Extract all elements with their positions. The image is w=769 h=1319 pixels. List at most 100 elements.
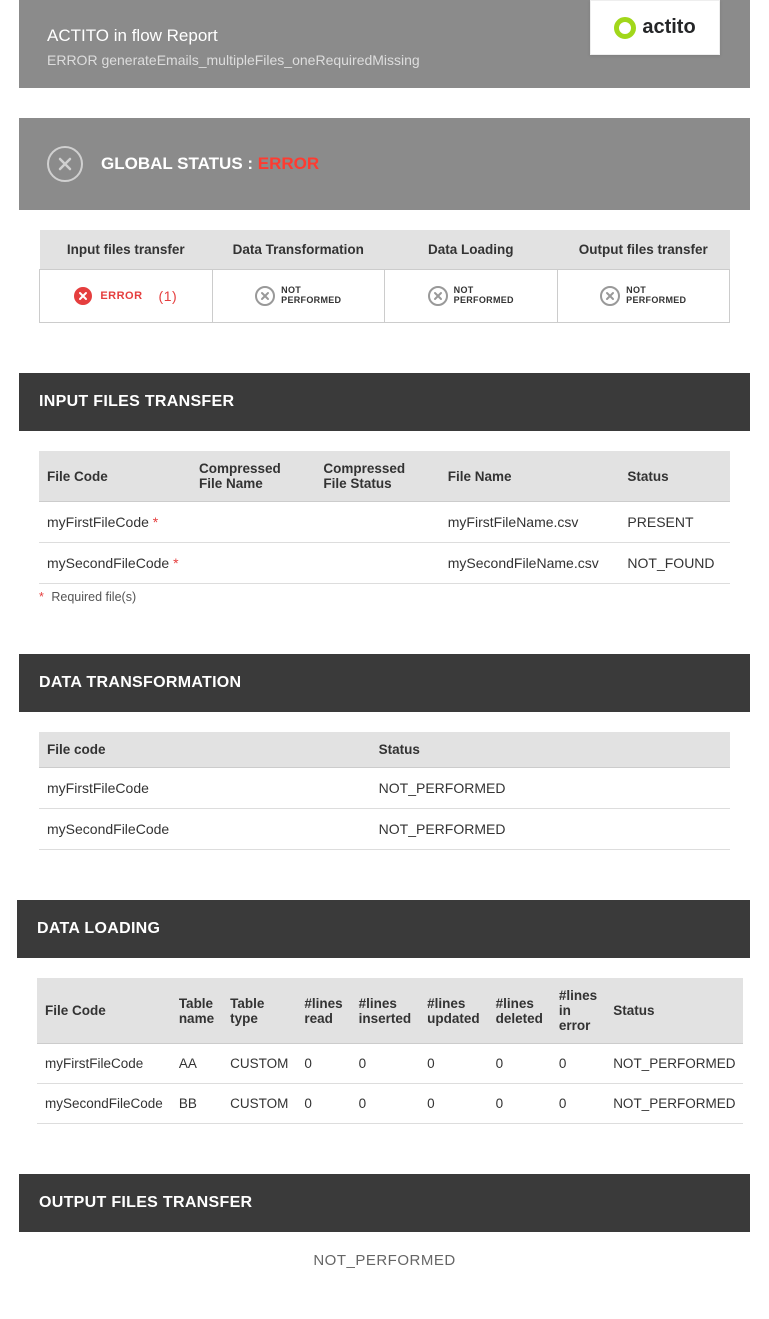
np-line2: PERFORMED [281, 295, 341, 305]
report-title: ACTITO in flow Report [47, 26, 570, 46]
col-header: Table type [222, 978, 296, 1044]
lines-in-error: 0 [551, 1044, 605, 1084]
x-circle-icon [255, 286, 275, 306]
stage-error-count: (1) [159, 288, 178, 304]
np-line1: NOT [626, 285, 646, 295]
stage-header: Output files transfer [557, 230, 730, 270]
np-line2: PERFORMED [626, 295, 686, 305]
col-header: File Name [440, 451, 620, 502]
status: NOT_PERFORMED [605, 1084, 743, 1124]
table-type: CUSTOM [222, 1044, 296, 1084]
error-circle-icon [47, 146, 83, 182]
compressed-name [191, 543, 315, 584]
col-header: Table name [171, 978, 222, 1044]
file-code: myFirstFileCode [47, 514, 149, 530]
stage-cell-loading: NOTPERFORMED [385, 270, 558, 323]
stage-header: Input files transfer [40, 230, 213, 270]
col-header: #lines deleted [488, 978, 551, 1044]
table-type: CUSTOM [222, 1084, 296, 1124]
section-header-loading: DATA LOADING [17, 900, 750, 958]
np-line1: NOT [454, 285, 474, 295]
table-name: BB [171, 1084, 222, 1124]
footnote-text: Required file(s) [48, 590, 136, 604]
not-performed-badge: NOTPERFORMED [255, 286, 341, 306]
x-circle-icon [428, 286, 448, 306]
lines-inserted: 0 [351, 1044, 420, 1084]
input-files-table: File Code Compressed File Name Compresse… [39, 451, 730, 584]
col-header: File code [39, 732, 371, 768]
required-footnote: * Required file(s) [39, 590, 730, 604]
stage-error-badge: ERROR (1) [74, 287, 177, 305]
not-performed-badge: NOTPERFORMED [600, 286, 686, 306]
compressed-status [315, 543, 439, 584]
col-header: #lines read [296, 978, 350, 1044]
lines-read: 0 [296, 1084, 350, 1124]
data-transformation-panel: DATA TRANSFORMATION File code Status myF… [19, 654, 750, 870]
table-row: myFirstFileCode NOT_PERFORMED [39, 768, 730, 809]
actito-circle-icon [614, 17, 636, 39]
compressed-status [315, 502, 439, 543]
stage-table: Input files transfer Data Transformation… [39, 230, 730, 323]
input-files-panel: INPUT FILES TRANSFER File Code Compresse… [19, 373, 750, 624]
x-circle-icon [600, 286, 620, 306]
lines-read: 0 [296, 1044, 350, 1084]
data-loading-table: File Code Table name Table type #lines r… [37, 978, 743, 1124]
lines-deleted: 0 [488, 1044, 551, 1084]
x-circle-icon [74, 287, 92, 305]
lines-inserted: 0 [351, 1084, 420, 1124]
stage-cell-input: ERROR (1) [40, 270, 213, 323]
stage-header: Data Transformation [212, 230, 385, 270]
col-header: File Code [39, 451, 191, 502]
file-status: NOT_FOUND [619, 543, 730, 584]
global-status-label: GLOBAL STATUS : [101, 154, 258, 173]
brand-logo: actito [590, 0, 720, 55]
col-header: File Code [37, 978, 171, 1044]
stage-cell-transform: NOTPERFORMED [212, 270, 385, 323]
section-header-input: INPUT FILES TRANSFER [19, 373, 750, 431]
data-loading-panel: DATA LOADING File Code Table name Table … [17, 900, 750, 1144]
file-status: PRESENT [619, 502, 730, 543]
table-row: mySecondFileCode BB CUSTOM 0 0 0 0 0 NOT… [37, 1084, 743, 1124]
data-transformation-table: File code Status myFirstFileCode NOT_PER… [39, 732, 730, 850]
col-header: Status [371, 732, 730, 768]
global-status-bar: GLOBAL STATUS : ERROR [19, 118, 750, 210]
compressed-name [191, 502, 315, 543]
section-header-output: OUTPUT FILES TRANSFER [19, 1174, 750, 1232]
status: NOT_PERFORMED [605, 1044, 743, 1084]
file-code: mySecondFileCode [47, 555, 169, 571]
global-status-panel: GLOBAL STATUS : ERROR Input files transf… [19, 118, 750, 343]
file-code: myFirstFileCode [39, 768, 371, 809]
brand-logo-text: actito [642, 16, 695, 39]
col-header: Status [605, 978, 743, 1044]
col-header: Status [619, 451, 730, 502]
col-header: Compressed File Status [315, 451, 439, 502]
status: NOT_PERFORMED [371, 809, 730, 850]
table-row: myFirstFileCode * myFirstFileName.csv PR… [39, 502, 730, 543]
file-name: mySecondFileName.csv [440, 543, 620, 584]
not-performed-badge: NOTPERFORMED [428, 286, 514, 306]
stage-summary: Input files transfer Data Transformation… [19, 210, 750, 343]
required-star: * [173, 555, 178, 571]
stage-cell-output: NOTPERFORMED [557, 270, 730, 323]
report-header: ACTITO in flow Report ERROR generateEmai… [19, 0, 750, 88]
output-files-panel: OUTPUT FILES TRANSFER NOT_PERFORMED [19, 1174, 750, 1289]
col-header: #lines in error [551, 978, 605, 1044]
file-code: myFirstFileCode [37, 1044, 171, 1084]
table-name: AA [171, 1044, 222, 1084]
file-code: mySecondFileCode [39, 809, 371, 850]
table-row: mySecondFileCode NOT_PERFORMED [39, 809, 730, 850]
col-header: #lines updated [419, 978, 488, 1044]
lines-updated: 0 [419, 1044, 488, 1084]
table-row: mySecondFileCode * mySecondFileName.csv … [39, 543, 730, 584]
status: NOT_PERFORMED [371, 768, 730, 809]
file-code: mySecondFileCode [37, 1084, 171, 1124]
lines-in-error: 0 [551, 1084, 605, 1124]
required-star: * [153, 514, 158, 530]
output-status: NOT_PERFORMED [19, 1232, 750, 1289]
file-name: myFirstFileName.csv [440, 502, 620, 543]
col-header: #lines inserted [351, 978, 420, 1044]
global-status-value: ERROR [258, 154, 319, 173]
stage-error-label: ERROR [100, 290, 142, 302]
table-row: myFirstFileCode AA CUSTOM 0 0 0 0 0 NOT_… [37, 1044, 743, 1084]
stage-header: Data Loading [385, 230, 558, 270]
